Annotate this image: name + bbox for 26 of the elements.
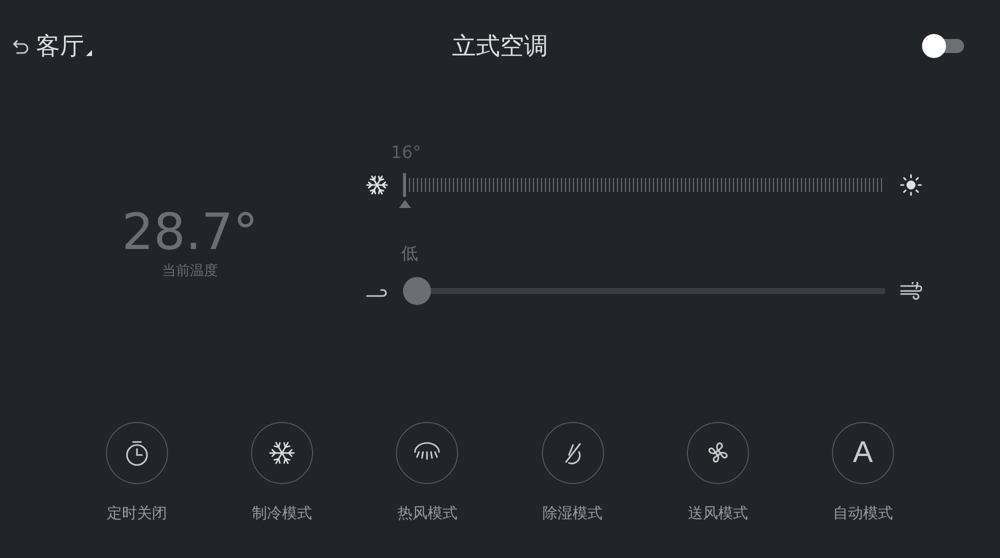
temperature-reading: 16° [391,143,422,163]
sun-icon [900,174,922,196]
triangle-icon [398,200,410,208]
mode-label: 除湿模式 [542,504,603,523]
slider-thumb[interactable] [403,277,431,305]
cool-mode-button[interactable] [251,422,314,484]
heat-mode-button[interactable] [396,422,458,484]
wind-reading: 低 [401,243,418,265]
back-button[interactable]: 客厅 [12,32,92,60]
dry-mode-button[interactable] [542,422,604,484]
temperature-label: 当前温度 [162,262,218,280]
fan-mode-button[interactable] [686,422,749,484]
timer-mode-button[interactable] [106,422,168,484]
auto-mode-button[interactable]: A [832,422,894,484]
snowflake-icon [366,174,388,196]
mode-label: 定时关闭 [107,504,167,523]
caret-icon [86,50,92,56]
mode-label: 热风模式 [397,504,458,523]
power-toggle[interactable] [922,34,964,58]
mode-label: 送风模式 [688,504,748,523]
window-title: 立式空调 [451,31,549,62]
back-icon [12,38,30,54]
mode-label: 制冷模式 [252,504,312,523]
mode-label: 自动模式 [832,504,893,523]
strong-wind-icon [900,282,922,300]
current-temperature: 28.7° [122,204,258,260]
